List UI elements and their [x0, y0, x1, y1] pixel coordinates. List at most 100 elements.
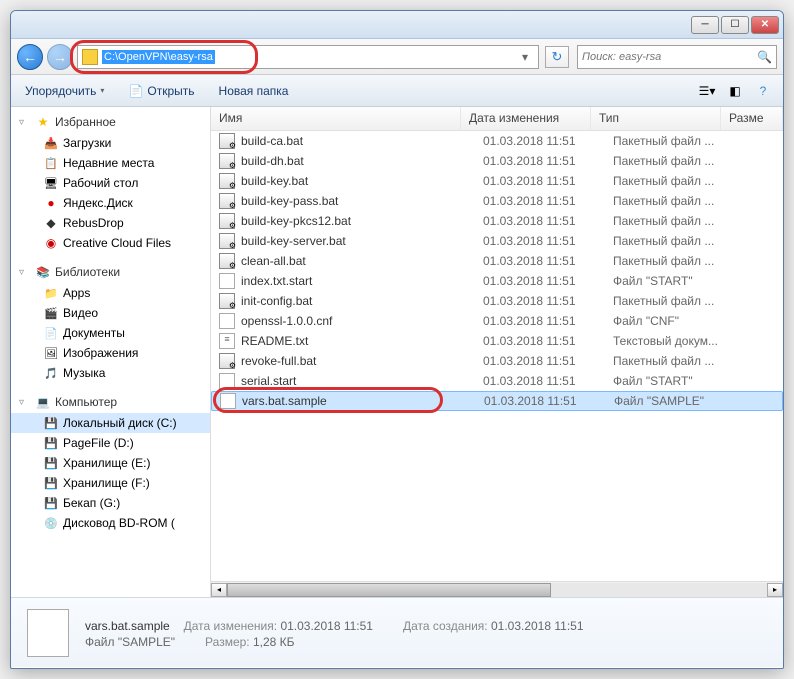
search-box[interactable]: 🔍	[577, 45, 777, 69]
column-name[interactable]: Имя	[211, 107, 461, 130]
sidebar-item[interactable]: Дисковод BD-ROM (	[11, 513, 210, 533]
sidebar-item[interactable]: Музыка	[11, 363, 210, 383]
address-path[interactable]: C:\OpenVPN\easy-rsa	[102, 50, 215, 64]
scroll-thumb[interactable]	[227, 583, 551, 597]
sidebar-item-label: Загрузки	[63, 136, 111, 150]
file-date: 01.03.2018 11:51	[483, 154, 613, 168]
column-date[interactable]: Дата изменения	[461, 107, 591, 130]
back-button[interactable]: ←	[17, 44, 43, 70]
sidebar-item[interactable]: Яндекс.Диск	[11, 193, 210, 213]
file-type: Файл "CNF"	[613, 314, 743, 328]
file-icon	[219, 353, 235, 369]
computer-label: Компьютер	[55, 395, 117, 409]
file-name: build-key.bat	[241, 174, 483, 188]
forward-button[interactable]: →	[47, 44, 73, 70]
sidebar-item[interactable]: RebusDrop	[11, 213, 210, 233]
sidebar-item[interactable]: Видео	[11, 303, 210, 323]
file-icon	[219, 253, 235, 269]
file-name: vars.bat.sample	[242, 394, 484, 408]
sidebar-item-label: Бекап (G:)	[63, 496, 120, 510]
libraries-header[interactable]: ▿ Библиотеки	[11, 261, 210, 283]
scroll-right-icon[interactable]: ▸	[767, 583, 783, 597]
file-row[interactable]: build-key-pkcs12.bat01.03.2018 11:51Паке…	[211, 211, 783, 231]
view-options-icon[interactable]: ☰▾	[695, 80, 719, 102]
file-row[interactable]: build-dh.bat01.03.2018 11:51Пакетный фай…	[211, 151, 783, 171]
file-row[interactable]: serial.start01.03.2018 11:51Файл "START"	[211, 371, 783, 391]
ico-rebus	[43, 215, 59, 231]
organize-button[interactable]: Упорядочить	[19, 81, 110, 101]
ico-img	[43, 345, 59, 361]
file-row[interactable]: build-key.bat01.03.2018 11:51Пакетный фа…	[211, 171, 783, 191]
sidebar-item[interactable]: Локальный диск (C:)	[11, 413, 210, 433]
sidebar-item[interactable]: Бекап (G:)	[11, 493, 210, 513]
file-type: Пакетный файл ...	[613, 254, 743, 268]
file-row[interactable]: init-config.bat01.03.2018 11:51Пакетный …	[211, 291, 783, 311]
file-type: Пакетный файл ...	[613, 134, 743, 148]
ico-desk	[43, 175, 59, 191]
file-icon	[219, 173, 235, 189]
file-name: build-ca.bat	[241, 134, 483, 148]
minimize-button[interactable]: ─	[691, 16, 719, 34]
file-type: Текстовый докум...	[613, 334, 743, 348]
sidebar-item[interactable]: Creative Cloud Files	[11, 233, 210, 253]
scroll-track[interactable]	[227, 583, 767, 597]
help-icon[interactable]: ?	[751, 80, 775, 102]
address-dropdown-icon[interactable]: ▾	[516, 50, 534, 64]
favorites-header[interactable]: ▿ Избранное	[11, 111, 210, 133]
body-area: ▿ Избранное Загрузки Недавние местаРабочи…	[11, 107, 783, 597]
scroll-left-icon[interactable]: ◂	[211, 583, 227, 597]
file-list[interactable]: build-ca.bat01.03.2018 11:51Пакетный фай…	[211, 131, 783, 581]
refresh-button[interactable]: ↻	[545, 46, 569, 68]
file-row[interactable]: README.txt01.03.2018 11:51Текстовый доку…	[211, 331, 783, 351]
file-date: 01.03.2018 11:51	[483, 314, 613, 328]
ico-disk	[43, 415, 59, 431]
sidebar-item[interactable]: Недавние места	[11, 153, 210, 173]
column-type[interactable]: Тип	[591, 107, 721, 130]
address-bar[interactable]: C:\OpenVPN\easy-rsa ▾	[77, 45, 539, 69]
sidebar-item[interactable]: PageFile (D:)	[11, 433, 210, 453]
file-date: 01.03.2018 11:51	[483, 334, 613, 348]
sidebar-item[interactable]: Apps	[11, 283, 210, 303]
file-name: build-key-pkcs12.bat	[241, 214, 483, 228]
file-row[interactable]: vars.bat.sample01.03.2018 11:51Файл "SAM…	[211, 391, 783, 411]
computer-header[interactable]: ▿ Компьютер	[11, 391, 210, 413]
sidebar-item-label: Яндекс.Диск	[63, 196, 133, 210]
open-button[interactable]: 📄 Открыть	[122, 81, 200, 101]
file-row[interactable]: clean-all.bat01.03.2018 11:51Пакетный фа…	[211, 251, 783, 271]
file-type: Файл "SAMPLE"	[614, 394, 744, 408]
sidebar-item[interactable]: Хранилище (F:)	[11, 473, 210, 493]
file-row[interactable]: build-key-server.bat01.03.2018 11:51Паке…	[211, 231, 783, 251]
column-headers: Имя Дата изменения Тип Разме	[211, 107, 783, 131]
file-row[interactable]: revoke-full.bat01.03.2018 11:51Пакетный …	[211, 351, 783, 371]
maximize-button[interactable]: ☐	[721, 16, 749, 34]
search-input[interactable]	[582, 51, 757, 63]
close-button[interactable]: ✕	[751, 16, 779, 34]
collapse-icon[interactable]: ▿	[19, 397, 31, 408]
collapse-icon[interactable]: ▿	[19, 117, 31, 128]
file-date: 01.03.2018 11:51	[483, 194, 613, 208]
file-row[interactable]: build-key-pass.bat01.03.2018 11:51Пакетн…	[211, 191, 783, 211]
sidebar-item[interactable]: Рабочий стол	[11, 173, 210, 193]
preview-pane-icon[interactable]: ◧	[723, 80, 747, 102]
sidebar-item-label: Изображения	[63, 346, 138, 360]
sidebar-item[interactable]: Документы	[11, 323, 210, 343]
details-type: Файл "SAMPLE"	[85, 635, 175, 649]
file-name: serial.start	[241, 374, 483, 388]
ico-cc	[43, 235, 59, 251]
file-date: 01.03.2018 11:51	[483, 234, 613, 248]
file-row[interactable]: index.txt.start01.03.2018 11:51Файл "STA…	[211, 271, 783, 291]
file-type: Пакетный файл ...	[613, 354, 743, 368]
sidebar-item-label: Apps	[63, 286, 90, 300]
sidebar-item[interactable]: Хранилище (E:)	[11, 453, 210, 473]
horizontal-scrollbar[interactable]: ◂ ▸	[211, 581, 783, 597]
toolbar: Упорядочить 📄 Открыть Новая папка ☰▾ ◧ ?	[11, 75, 783, 107]
file-icon	[219, 233, 235, 249]
sidebar-item[interactable]: Изображения	[11, 343, 210, 363]
sidebar-item-label: Дисковод BD-ROM (	[63, 516, 175, 530]
sidebar-item[interactable]: Загрузки	[11, 133, 210, 153]
new-folder-button[interactable]: Новая папка	[213, 81, 295, 101]
collapse-icon[interactable]: ▿	[19, 267, 31, 278]
column-size[interactable]: Разме	[721, 107, 783, 130]
file-row[interactable]: build-ca.bat01.03.2018 11:51Пакетный фай…	[211, 131, 783, 151]
file-row[interactable]: openssl-1.0.0.cnf01.03.2018 11:51Файл "C…	[211, 311, 783, 331]
